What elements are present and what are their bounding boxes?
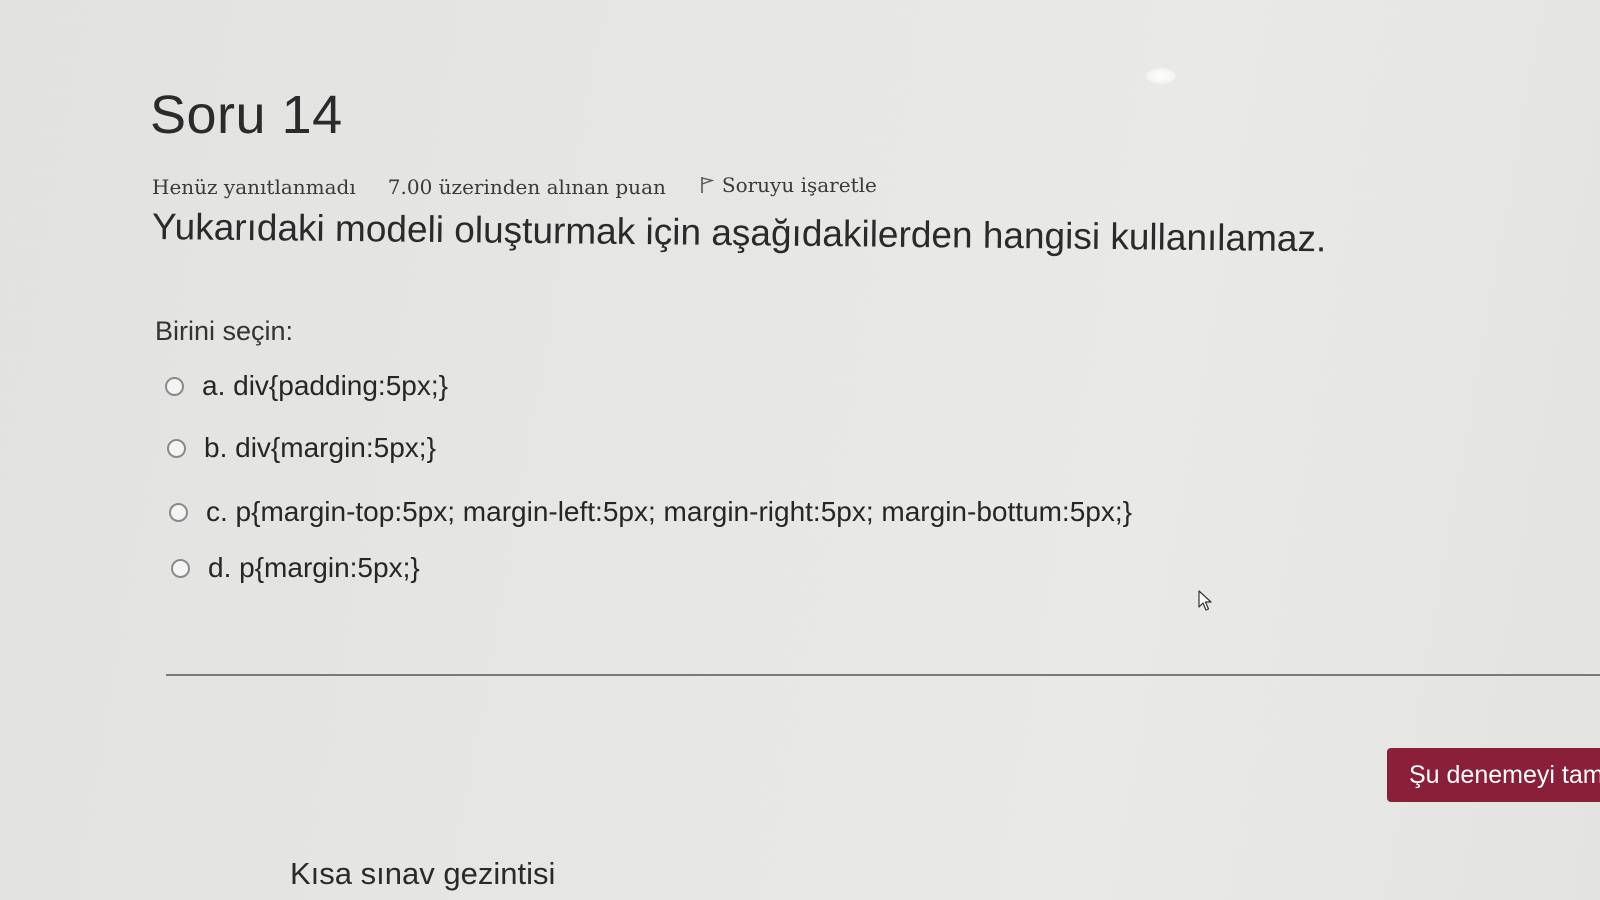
section-divider xyxy=(166,674,1600,676)
answer-label: d. p{margin:5px;} xyxy=(208,552,420,583)
answer-option-c[interactable]: c. p{margin-top:5px; margin-left:5px; ma… xyxy=(169,492,1132,532)
question-title: Soru 14 xyxy=(150,85,343,145)
finish-attempt-button[interactable]: Şu denemeyi tamamla ... xyxy=(1387,748,1600,802)
question-status: Henüz yanıtlanmadı xyxy=(152,175,356,199)
cursor-icon xyxy=(1198,590,1212,611)
radio-icon[interactable] xyxy=(165,376,184,396)
answer-prompt: Birini seçin: xyxy=(155,316,294,346)
radio-icon[interactable] xyxy=(171,558,190,578)
flag-icon xyxy=(701,177,714,193)
screen-glare xyxy=(1146,68,1176,84)
question-grade: 7.00 üzerinden alınan puan xyxy=(387,175,666,199)
answer-option-a[interactable]: a. div{padding:5px;} xyxy=(165,366,448,406)
question-info: Henüz yanıtlanmadı 7.00 üzerinden alınan… xyxy=(152,165,877,199)
answer-option-d[interactable]: d. p{margin:5px;} xyxy=(171,548,420,588)
answer-label: c. p{margin-top:5px; margin-left:5px; ma… xyxy=(206,496,1132,527)
quiz-page: Soru 14 Henüz yanıtlanmadı 7.00 üzerinde… xyxy=(0,0,1600,900)
question-text: Yukarıdaki modeli oluşturmak için aşağıd… xyxy=(151,206,1327,260)
flag-question-label: Soruyu işaretle xyxy=(721,173,877,197)
radio-icon[interactable] xyxy=(169,502,188,522)
answer-label: b. div{margin:5px;} xyxy=(204,432,436,463)
radio-icon[interactable] xyxy=(167,438,186,458)
answer-label: a. div{padding:5px;} xyxy=(202,370,448,401)
quiz-navigation-title: Kısa sınav gezintisi xyxy=(290,856,556,891)
flag-question-link[interactable]: Soruyu işaretle xyxy=(700,173,877,197)
answer-option-b[interactable]: b. div{margin:5px;} xyxy=(167,428,436,468)
